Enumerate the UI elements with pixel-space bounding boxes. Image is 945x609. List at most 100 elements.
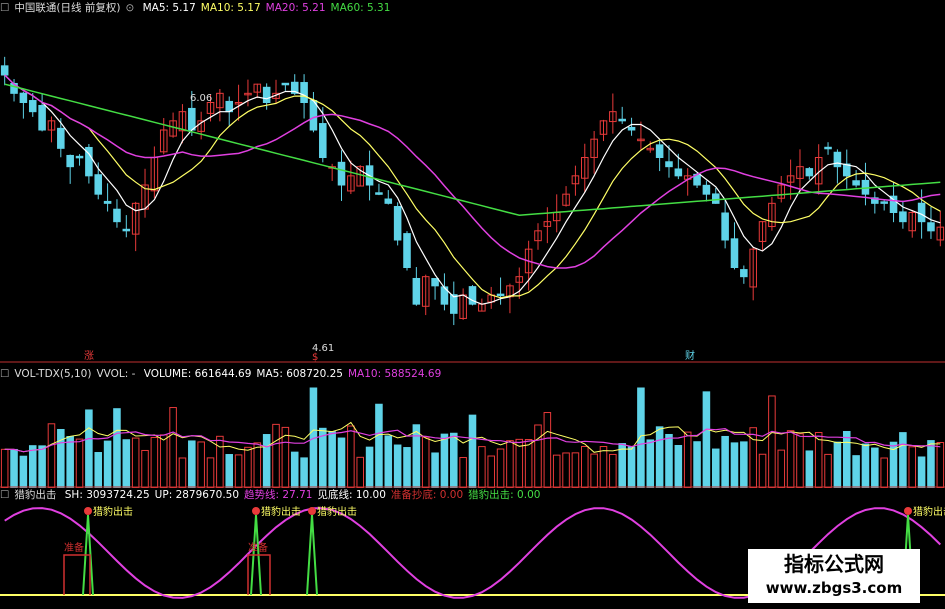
volume-bar — [0, 448, 9, 488]
volume-bar — [468, 414, 477, 488]
volume-bar — [290, 451, 299, 488]
settings-icon[interactable]: ☐ — [0, 368, 9, 380]
volume-bar — [562, 452, 570, 488]
event-marker: $ — [312, 352, 318, 363]
volume-bar — [506, 440, 514, 488]
volume-bar — [599, 446, 608, 488]
volume-bar — [665, 433, 673, 488]
volume-bar — [440, 433, 449, 488]
candle — [833, 151, 842, 168]
volume-bar — [113, 408, 121, 488]
volume-bar — [824, 453, 832, 488]
candle — [319, 123, 327, 158]
settings-icon[interactable]: ☐ — [0, 2, 9, 14]
legend-item: 见底线: 10.00 — [317, 489, 386, 501]
candle — [674, 168, 683, 177]
volume-bar — [749, 427, 757, 488]
volume-bar — [777, 449, 786, 488]
collapse-icon[interactable]: ⊙ — [125, 2, 134, 14]
candle — [66, 154, 74, 168]
candle — [309, 100, 318, 131]
settings-icon[interactable]: ☐ — [0, 489, 9, 501]
volume-bar — [150, 436, 159, 488]
candle — [384, 198, 393, 204]
volume-bar — [300, 457, 308, 488]
signal-spike — [306, 514, 318, 596]
volume-bar — [85, 409, 93, 488]
candle — [702, 184, 711, 195]
volume-bar — [871, 447, 879, 488]
candle — [38, 104, 46, 131]
candle — [19, 92, 28, 103]
volume-bar — [814, 432, 823, 488]
volume-bar — [225, 454, 234, 488]
volume-indicator-name: VOL-TDX(5,10) — [14, 368, 92, 380]
high-price-label: 6.06 — [190, 93, 212, 104]
volume-bar — [393, 444, 402, 488]
volume-bar — [927, 440, 935, 488]
chart-stage: 6.064.61涨$财 猎豹出击猎豹出击猎豹出击猎豹出击准备准备 ☐中国联通(日… — [0, 0, 945, 609]
volume-bar — [524, 439, 533, 488]
volume-bar — [253, 442, 262, 488]
candle — [496, 293, 505, 297]
volume-bar — [159, 434, 168, 488]
candle — [627, 126, 636, 131]
volume-bar — [347, 425, 355, 488]
volume-bar — [216, 435, 224, 488]
candle — [122, 228, 131, 232]
price-panel: 6.064.61涨 $ 财 — [0, 56, 945, 363]
watermark-url: www.zbgs3.com — [765, 579, 903, 597]
signal-label: 猎豹出击 — [317, 505, 357, 518]
signal-dot — [84, 507, 92, 515]
candle — [393, 206, 402, 241]
volume-bar — [674, 444, 683, 488]
volume-bar — [796, 433, 804, 488]
signal-label: 猎豹出击 — [93, 505, 133, 518]
volume-bar — [272, 423, 280, 488]
volume-bar — [637, 387, 645, 488]
volume-bar — [552, 454, 561, 488]
prepare-label: 准备 — [64, 541, 84, 554]
volume-bar — [627, 446, 636, 488]
price-header: ☐ 中国联通(日线 前复权) ⊙ MA5: 5.17 MA10: 5.17 MA20: … — [0, 0, 400, 16]
volume-bar — [581, 445, 589, 488]
volume-bar — [234, 454, 243, 488]
candle — [403, 233, 411, 268]
candle — [618, 118, 626, 122]
volume-bar — [262, 434, 271, 488]
candle — [450, 294, 458, 314]
volume-bar — [94, 452, 103, 488]
volume-bar — [356, 456, 364, 488]
volume-bar — [740, 441, 748, 488]
volume-bar — [206, 457, 215, 488]
volume-bar — [431, 452, 439, 488]
volume-bar — [47, 423, 56, 488]
volume-bar — [384, 435, 393, 488]
legend-item: 趋势线: 27.71 — [244, 489, 313, 501]
volume-bar — [899, 432, 907, 488]
volume-bar — [833, 441, 842, 488]
volume-header: ☐ VOL-TDX(5,10) VVOL: - VOLUME: 661644.69 M… — [0, 366, 451, 382]
volume-bar — [57, 428, 65, 488]
volume-bar — [683, 431, 692, 488]
volume-bar — [618, 443, 626, 488]
candle — [711, 193, 720, 204]
candle — [665, 161, 673, 168]
volume-bar — [534, 424, 542, 488]
volume-bar — [861, 443, 870, 488]
volume-bar — [403, 447, 411, 488]
candle — [0, 65, 9, 76]
volume-bar — [319, 427, 327, 488]
candle — [75, 155, 84, 159]
volume-bar — [880, 457, 888, 488]
vvol-label: VVOL: - — [96, 368, 136, 380]
volume-bar — [693, 441, 701, 488]
volume-bar — [936, 441, 945, 488]
volume-bar — [786, 430, 795, 488]
candle — [805, 168, 814, 177]
watermark-title: 指标公式网 — [784, 552, 884, 576]
candle — [28, 100, 37, 113]
candle — [281, 82, 290, 86]
volume-bar — [28, 445, 37, 488]
legend-item: 猎豹出击: 0.00 — [468, 489, 541, 501]
